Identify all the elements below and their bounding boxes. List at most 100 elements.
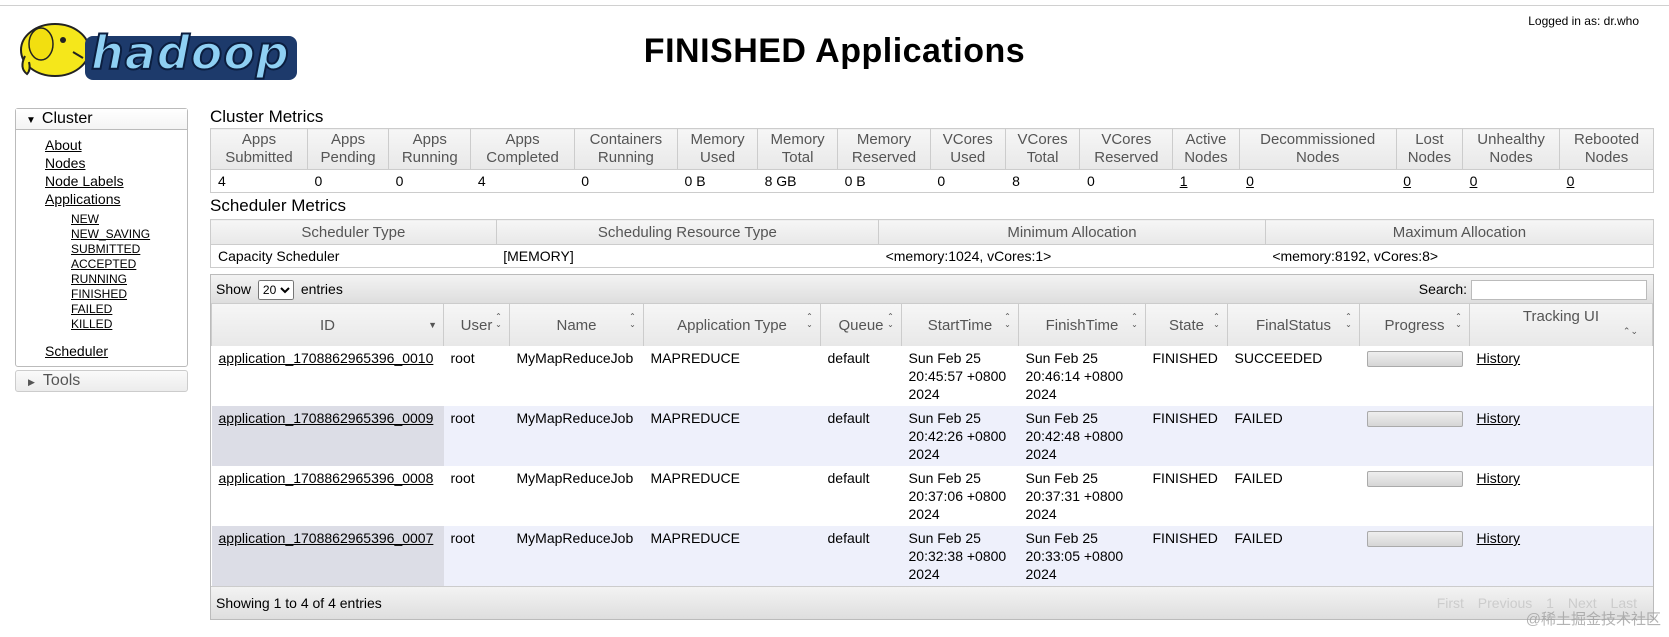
- metric-value[interactable]: 0: [1239, 169, 1397, 193]
- nav-new-link[interactable]: NEW: [16, 212, 187, 227]
- start-time-line: Sun Feb 25: [908, 350, 981, 366]
- sort-icon: ⌃⌄: [886, 312, 895, 328]
- nav-finished-link[interactable]: FINISHED: [16, 287, 187, 302]
- cluster-metrics-table: Apps Submitted Apps Pending Apps Running Apps C…: [210, 128, 1654, 193]
- column-header[interactable]: User ⌃⌄: [443, 304, 510, 346]
- nav-failed-link[interactable]: FAILED: [16, 302, 187, 317]
- tracking-ui-cell[interactable]: History: [1469, 406, 1653, 466]
- nav-killed-link[interactable]: KILLED: [16, 317, 187, 332]
- progress-cell: [1359, 526, 1470, 586]
- metric-value: 0 B: [677, 169, 758, 193]
- metric-value[interactable]: 0: [1462, 169, 1560, 193]
- tracking-ui-cell[interactable]: History: [1469, 346, 1653, 406]
- metric-header-line2: Reserved: [1094, 149, 1159, 166]
- entries-select[interactable]: 20: [257, 280, 294, 300]
- column-header[interactable]: FinishTime ⌃⌄: [1018, 304, 1146, 346]
- column-header-label: Application Type: [677, 316, 787, 334]
- application-id-cell[interactable]: application_1708862965396_0008: [211, 466, 444, 526]
- final-status-cell: FAILED: [1227, 406, 1360, 466]
- sort-icon: ⌃⌄: [805, 312, 814, 328]
- tracking-ui-cell[interactable]: History: [1469, 526, 1653, 586]
- application-id-cell[interactable]: application_1708862965396_0007: [211, 526, 444, 586]
- metric-value-link[interactable]: 0: [1403, 173, 1411, 189]
- start-time-cell: Sun Feb 25 20:32:38 +0800 2024: [901, 526, 1019, 586]
- scheduler-type-header: Scheduler Type: [210, 219, 497, 245]
- metric-header: Memory Reserved: [837, 128, 931, 170]
- metric-header: Decommissioned Nodes: [1238, 128, 1397, 170]
- application-id-link[interactable]: application_1708862965396_0007: [219, 530, 434, 546]
- nav-submitted-link[interactable]: SUBMITTED: [16, 242, 187, 257]
- nav-node-labels-link[interactable]: Node Labels: [16, 172, 187, 190]
- tracking-ui-link[interactable]: History: [1477, 470, 1521, 486]
- tracking-ui-link[interactable]: History: [1477, 530, 1521, 546]
- tracking-ui-link[interactable]: History: [1477, 350, 1521, 366]
- resource-type-header: Scheduling Resource Type: [495, 219, 880, 245]
- metric-value[interactable]: 0: [1396, 169, 1463, 193]
- start-time-cell: Sun Feb 25 20:37:06 +0800 2024: [901, 466, 1019, 526]
- finish-time-cell: Sun Feb 25 20:37:31 +0800 2024: [1018, 466, 1146, 526]
- nav-new-saving-link[interactable]: NEW_SAVING: [16, 227, 187, 242]
- start-time-line: 20:37:06 +0800: [908, 488, 1007, 504]
- application-id-link[interactable]: application_1708862965396_0010: [219, 350, 434, 366]
- metric-header-line2: Running: [597, 149, 654, 166]
- sort-icon: ⌃⌄: [494, 312, 503, 328]
- application-id-link[interactable]: application_1708862965396_0008: [219, 470, 434, 486]
- metric-header: Memory Used: [677, 128, 759, 170]
- tracking-ui-cell[interactable]: History: [1469, 466, 1653, 526]
- metric-header-line1: Memory: [856, 131, 912, 148]
- metric-value: 4: [470, 169, 575, 193]
- metric-value[interactable]: 0: [1559, 169, 1654, 193]
- metric-header-line1: Lost: [1415, 131, 1444, 148]
- max-allocation-value: <memory:8192, vCores:8>: [1265, 244, 1654, 268]
- nav-applications-link[interactable]: Applications: [16, 190, 187, 208]
- metric-value: 0: [307, 169, 389, 193]
- metric-value-link[interactable]: 0: [1470, 173, 1478, 189]
- column-header[interactable]: Application Type ⌃⌄: [643, 304, 821, 346]
- metric-header-line1: Unhealthy: [1477, 131, 1545, 148]
- cluster-header[interactable]: ▼ Cluster: [16, 109, 187, 130]
- tools-section[interactable]: ▶ Tools: [15, 370, 188, 392]
- column-header[interactable]: ID ▼: [211, 304, 444, 346]
- metric-value: 0: [388, 169, 471, 193]
- nav-scheduler-link[interactable]: Scheduler: [16, 342, 187, 360]
- metric-value: 8: [1005, 169, 1080, 193]
- finish-time-line: Sun Feb 25: [1025, 530, 1098, 546]
- metric-header-line1: Containers: [589, 131, 663, 148]
- metric-header: VCores Total: [1004, 128, 1081, 170]
- column-header[interactable]: Tracking UI ⌃⌄: [1469, 304, 1653, 346]
- pager-first[interactable]: First: [1437, 595, 1464, 611]
- sort-icon: ⌃⌄: [1212, 312, 1221, 328]
- application-id-cell[interactable]: application_1708862965396_0010: [211, 346, 444, 406]
- finish-time-cell: Sun Feb 25 20:42:48 +0800 2024: [1018, 406, 1146, 466]
- search-input[interactable]: [1471, 279, 1647, 300]
- column-header[interactable]: Queue ⌃⌄: [820, 304, 902, 346]
- nav-running-link[interactable]: RUNNING: [16, 272, 187, 287]
- metric-value[interactable]: 1: [1172, 169, 1240, 193]
- application-id-link[interactable]: application_1708862965396_0009: [219, 410, 434, 426]
- nav-accepted-link[interactable]: ACCEPTED: [16, 257, 187, 272]
- metric-value: 8 GB: [757, 169, 838, 193]
- metric-value-link[interactable]: 1: [1180, 173, 1188, 189]
- metric-value-link[interactable]: 0: [1567, 173, 1575, 189]
- metric-header-line1: VCores: [1101, 131, 1152, 148]
- column-header-label: ID: [320, 316, 335, 334]
- column-header[interactable]: State ⌃⌄: [1145, 304, 1228, 346]
- user-cell: root: [443, 346, 510, 406]
- metric-header-line2: Nodes: [1489, 149, 1533, 166]
- nav-about-link[interactable]: About: [16, 136, 187, 154]
- metric-header-line2: Used: [950, 149, 986, 166]
- start-time-line: 20:45:57 +0800: [908, 368, 1007, 384]
- metric-value-link[interactable]: 0: [1246, 173, 1254, 189]
- column-header[interactable]: Progress ⌃⌄: [1359, 304, 1470, 346]
- column-header[interactable]: StartTime ⌃⌄: [901, 304, 1019, 346]
- tracking-ui-link[interactable]: History: [1477, 410, 1521, 426]
- column-header[interactable]: Name ⌃⌄: [509, 304, 644, 346]
- user-cell: root: [443, 466, 510, 526]
- application-id-cell[interactable]: application_1708862965396_0009: [211, 406, 444, 466]
- column-header[interactable]: FinalStatus ⌃⌄: [1227, 304, 1360, 346]
- nav-nodes-link[interactable]: Nodes: [16, 154, 187, 172]
- metric-header: Apps Pending: [306, 128, 390, 170]
- finish-time-line: 20:37:31 +0800: [1025, 488, 1124, 504]
- pager-previous[interactable]: Previous: [1478, 595, 1532, 611]
- sort-icon: ⌃⌄: [1003, 312, 1012, 328]
